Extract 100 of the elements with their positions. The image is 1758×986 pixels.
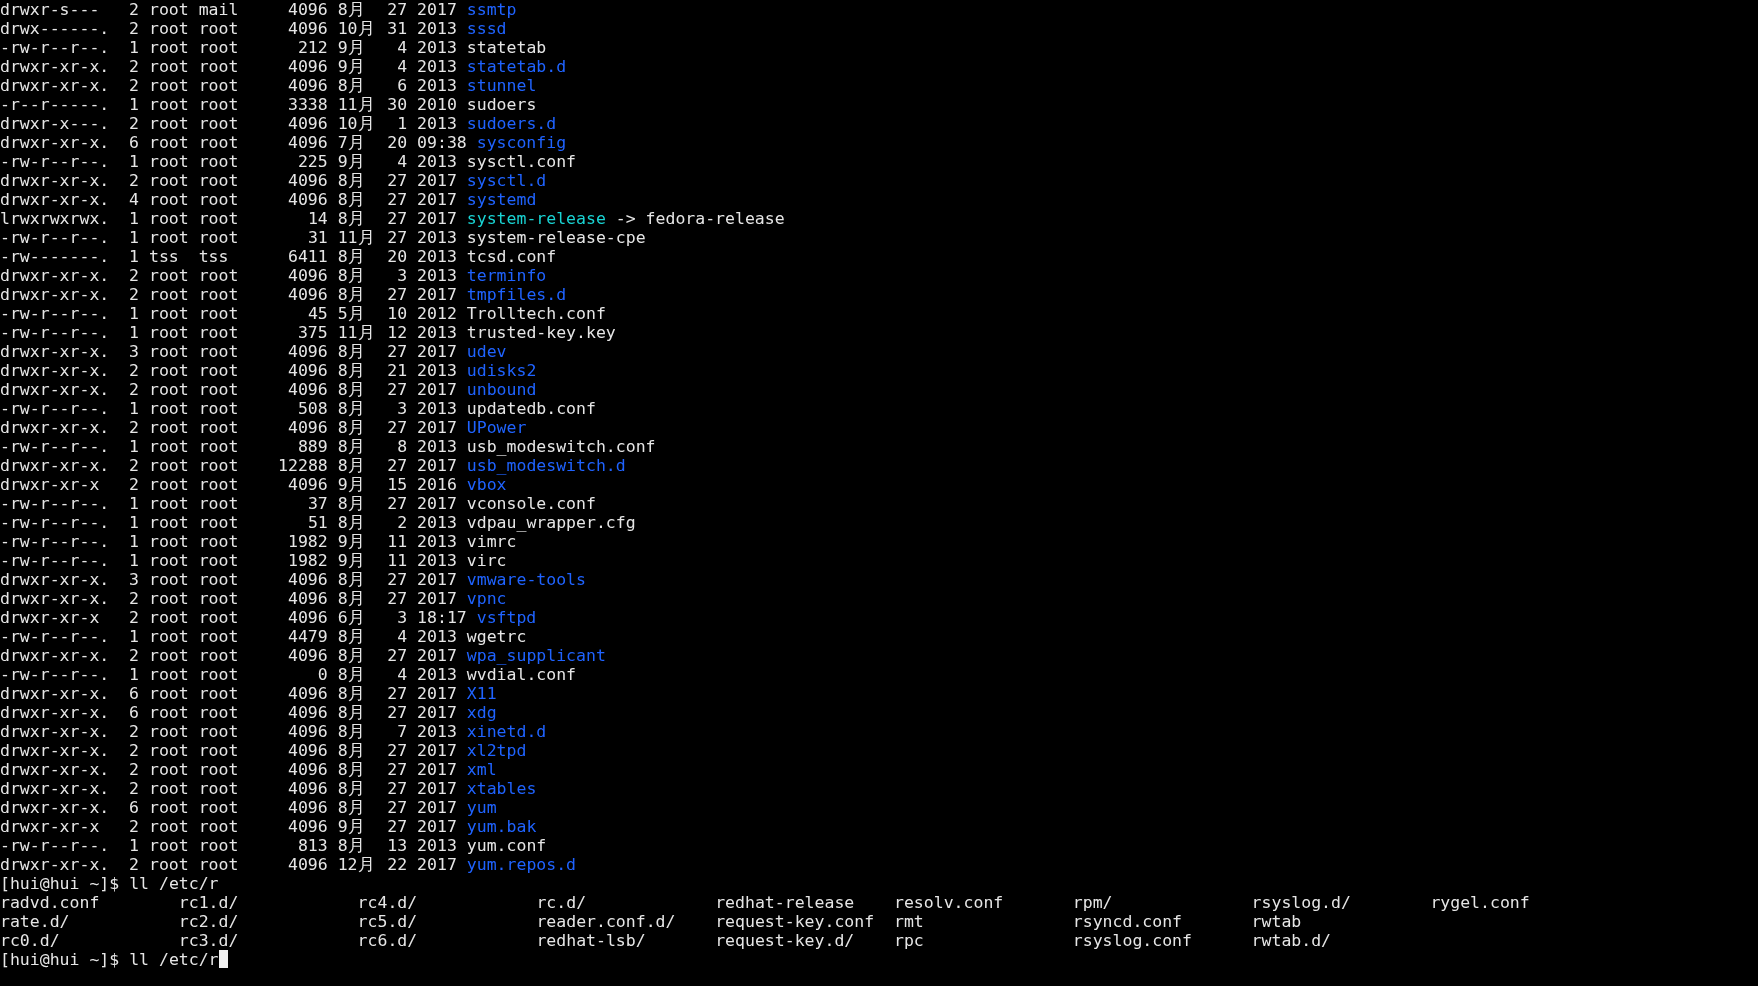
permissions-text: -r--r-----. — [0, 95, 110, 114]
owner-text: root — [148, 418, 189, 437]
link-count: 1 — [128, 437, 140, 456]
group-text: root — [198, 76, 239, 95]
file-size: 375 — [296, 323, 328, 342]
permissions-text: -rw-r--r--. — [0, 627, 110, 646]
permissions-text: -rw-r--r--. — [0, 323, 110, 342]
group-text: root — [198, 798, 239, 817]
completion-item: rc1.d/ — [178, 893, 240, 912]
owner-text: root — [148, 551, 189, 570]
permissions-text: drwxr-xr-x. — [0, 570, 110, 589]
day-text: 4 — [396, 665, 408, 684]
file-name: Trolltech.conf — [466, 304, 606, 323]
group-text: root — [198, 437, 239, 456]
month-text: 8月 — [337, 285, 366, 304]
directory-name: usb_modeswitch.d — [466, 456, 626, 475]
file-size: 6411 — [287, 247, 328, 266]
directory-name: X11 — [466, 684, 497, 703]
directory-name: UPower — [466, 418, 527, 437]
owner-text: root — [148, 38, 189, 57]
file-size: 37 — [306, 494, 328, 513]
directory-name: sysconfig — [476, 133, 567, 152]
directory-name: udisks2 — [466, 361, 537, 380]
group-text: root — [198, 589, 239, 608]
date-text: 2013 — [417, 399, 457, 418]
group-text: root — [198, 494, 239, 513]
file-name: vdpau_wrapper.cfg — [466, 513, 636, 532]
date-text: 2017 — [417, 646, 457, 665]
permissions-text: -rw-r--r--. — [0, 437, 110, 456]
group-text: root — [198, 779, 239, 798]
day-text: 20 — [387, 133, 408, 152]
permissions-text: drwxr-xr-x. — [0, 589, 110, 608]
directory-name: sudoers.d — [466, 114, 557, 133]
owner-text: root — [148, 608, 189, 627]
day-text: 13 — [387, 836, 408, 855]
month-text: 10月 — [337, 114, 376, 133]
group-text: root — [198, 323, 239, 342]
group-text: root — [198, 760, 239, 779]
file-size: 3338 — [287, 95, 328, 114]
permissions-text: -rw-r--r--. — [0, 551, 110, 570]
owner-text: root — [148, 855, 189, 874]
directory-name: xtables — [466, 779, 537, 798]
file-size: 4096 — [287, 133, 328, 152]
permissions-text: -rw-r--r--. — [0, 228, 110, 247]
month-text: 9月 — [337, 475, 366, 494]
directory-name: vbox — [466, 475, 507, 494]
day-text: 2 — [396, 513, 408, 532]
file-size: 45 — [306, 304, 328, 323]
file-name: vimrc — [466, 532, 517, 551]
group-text: root — [198, 171, 239, 190]
day-text: 3 — [396, 399, 408, 418]
completion-item: radvd.conf — [0, 893, 101, 912]
group-text: root — [198, 114, 239, 133]
owner-text: root — [148, 741, 189, 760]
date-text: 2017 — [417, 817, 457, 836]
directory-name: terminfo — [466, 266, 547, 285]
link-count: 1 — [128, 551, 140, 570]
link-count: 2 — [128, 57, 140, 76]
link-count: 1 — [128, 38, 140, 57]
permissions-text: drwxr-xr-x. — [0, 741, 110, 760]
owner-text: root — [148, 513, 189, 532]
file-name: tcsd.conf — [466, 247, 557, 266]
link-count: 1 — [128, 665, 140, 684]
group-text: root — [198, 570, 239, 589]
owner-text: root — [148, 114, 189, 133]
file-name: updatedb.conf — [466, 399, 596, 418]
file-size: 31 — [306, 228, 328, 247]
month-text: 12月 — [337, 855, 376, 874]
owner-text: root — [148, 228, 189, 247]
link-count: 2 — [128, 456, 140, 475]
month-text: 9月 — [337, 551, 366, 570]
month-text: 5月 — [337, 304, 366, 323]
date-text: 2013 — [417, 38, 457, 57]
permissions-text: -rw-------. — [0, 247, 110, 266]
completion-item: rc6.d/ — [357, 931, 419, 950]
link-count: 2 — [128, 817, 140, 836]
completion-item: redhat-lsb/ — [536, 931, 647, 950]
directory-name: ssmtp — [466, 0, 517, 19]
day-text: 27 — [387, 285, 408, 304]
group-text: root — [198, 266, 239, 285]
day-text: 27 — [387, 646, 408, 665]
link-count: 6 — [128, 703, 140, 722]
link-count: 1 — [128, 304, 140, 323]
date-text: 2013 — [417, 57, 457, 76]
month-text: 11月 — [337, 228, 376, 247]
owner-text: root — [148, 190, 189, 209]
date-text: 2013 — [417, 437, 457, 456]
permissions-text: drwxr-xr-x. — [0, 798, 110, 817]
month-text: 8月 — [337, 266, 366, 285]
file-name: wgetrc — [466, 627, 527, 646]
date-text: 2013 — [417, 76, 457, 95]
link-count: 2 — [128, 722, 140, 741]
date-text: 2013 — [417, 513, 457, 532]
owner-text: root — [148, 684, 189, 703]
permissions-text: drwxr-xr-x — [0, 817, 101, 836]
directory-name: wpa_supplicant — [466, 646, 606, 665]
permissions-text: lrwxrwxrwx. — [0, 209, 110, 228]
date-text: 2013 — [417, 722, 457, 741]
link-count: 2 — [128, 380, 140, 399]
month-text: 11月 — [337, 323, 376, 342]
